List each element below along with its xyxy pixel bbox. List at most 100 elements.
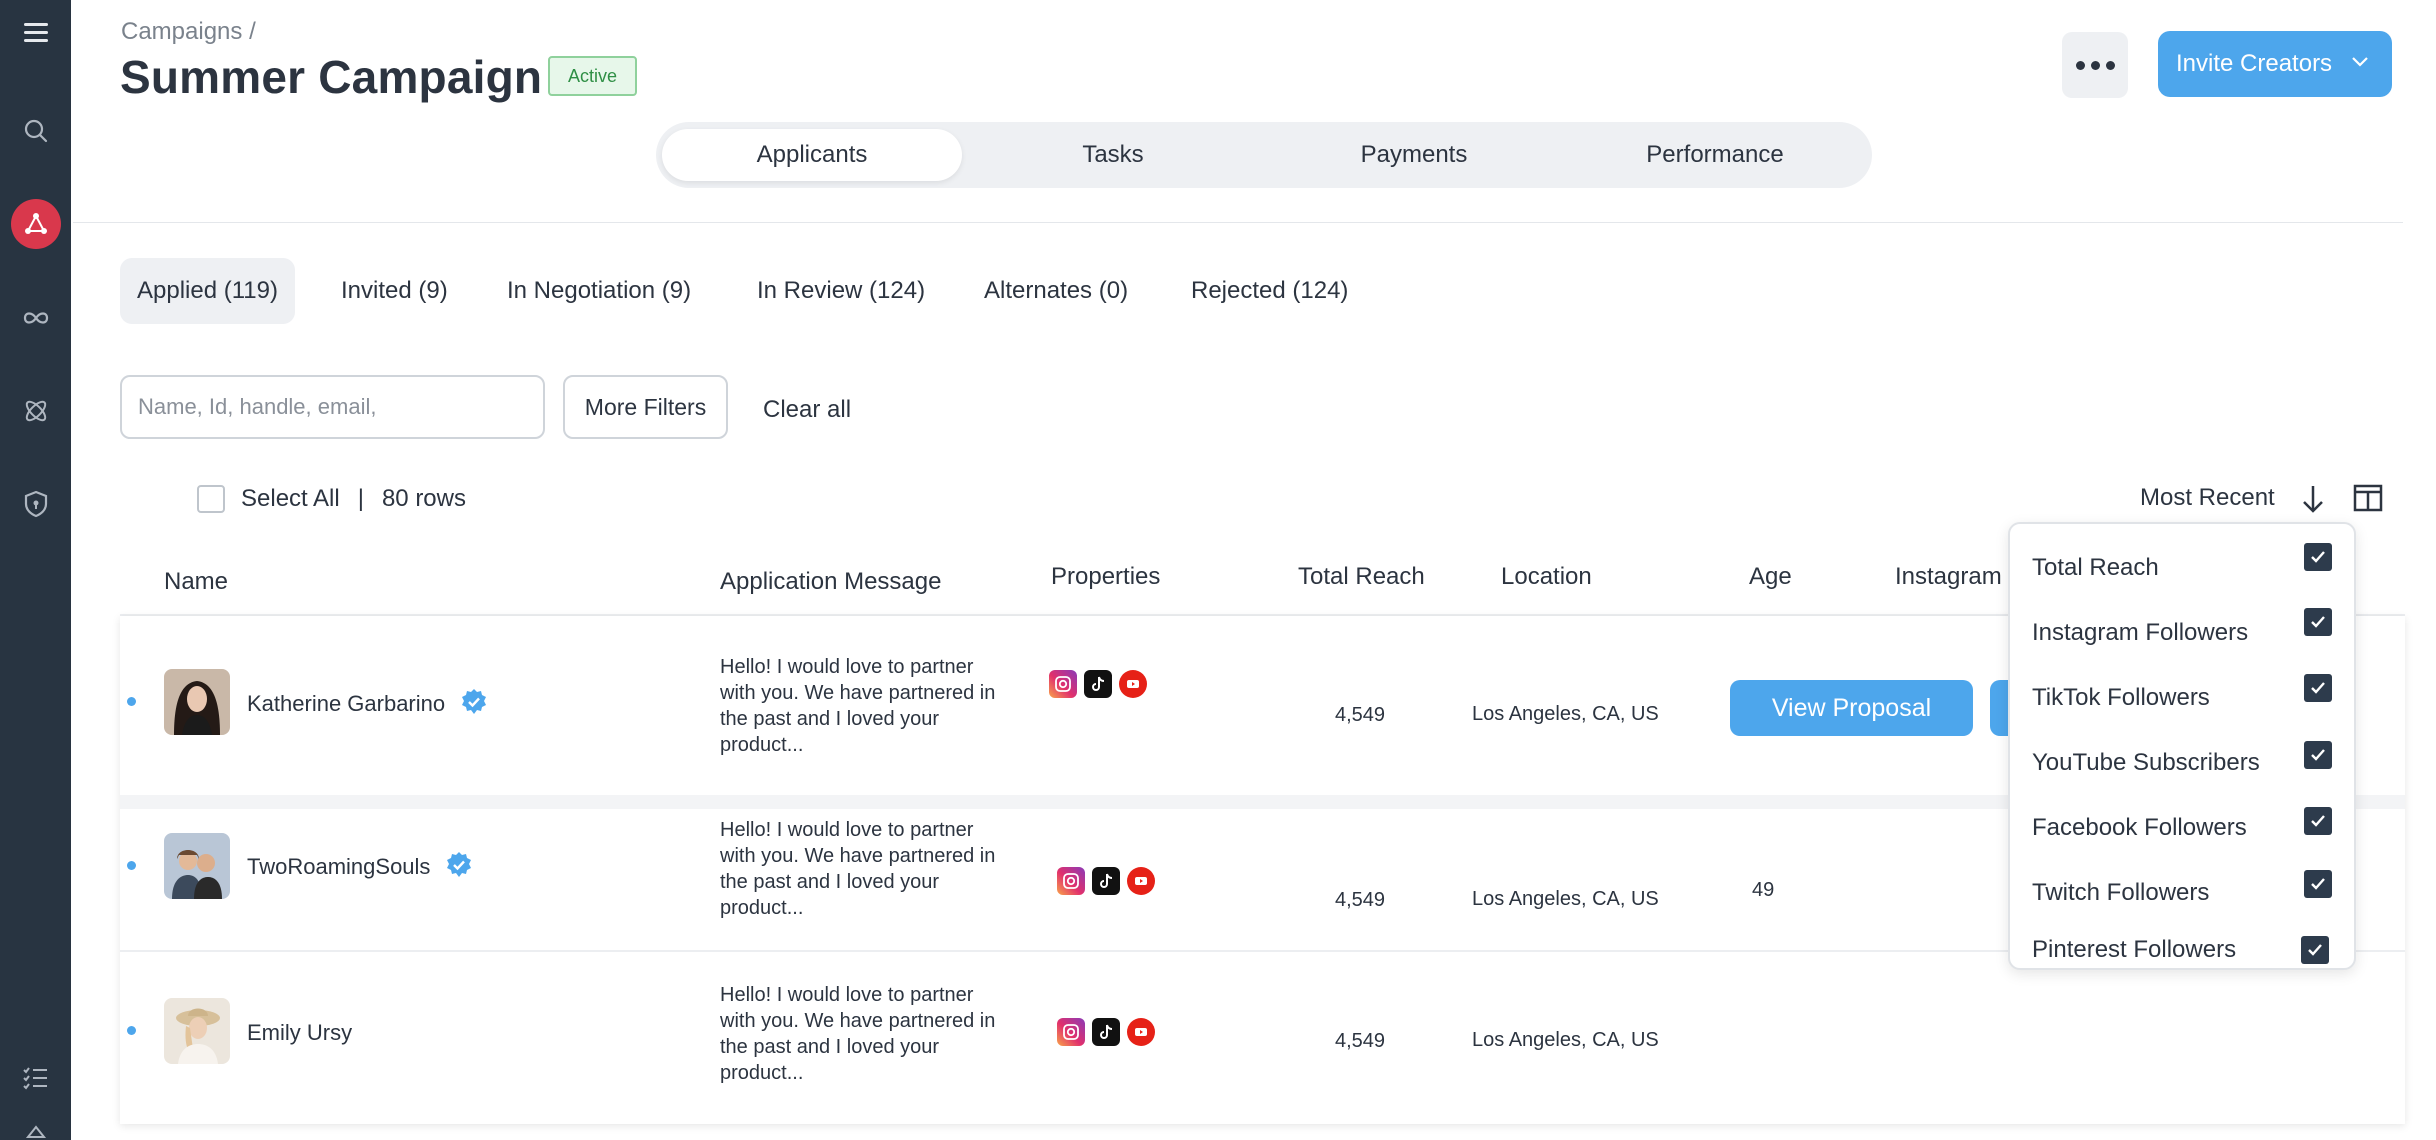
column-option-facebook-followers[interactable]: Facebook Followers: [2032, 814, 2247, 842]
select-all-label: Select All: [241, 485, 340, 512]
creator-name[interactable]: Katherine Garbarino: [247, 691, 445, 717]
invite-creators-button[interactable]: Invite Creators: [2158, 31, 2392, 97]
total-reach: 4,549: [1335, 704, 1386, 726]
column-option-youtube-subscribers[interactable]: YouTube Subscribers: [2032, 749, 2260, 777]
checkbox-checked-icon[interactable]: [2304, 674, 2332, 702]
nav-search-icon[interactable]: [0, 103, 71, 159]
unread-dot: [127, 1026, 136, 1035]
column-option-pinterest-followers[interactable]: Pinterest Followers: [2032, 936, 2236, 964]
column-header-properties[interactable]: Properties: [1051, 563, 1160, 591]
tiktok-icon[interactable]: [1092, 867, 1120, 895]
creator-name[interactable]: Emily Ursy: [247, 1020, 352, 1046]
more-options-button[interactable]: [2062, 32, 2128, 98]
application-message: Hello! I would love to partner with you.…: [720, 819, 996, 919]
page-title: Summer Campaign: [120, 51, 543, 103]
shield-icon: [24, 490, 47, 518]
checkbox-checked-icon[interactable]: [2304, 608, 2332, 636]
view-proposal-button[interactable]: View Proposal: [1730, 680, 1973, 736]
total-reach: 4,549: [1335, 1030, 1386, 1052]
location: Los Angeles, CA, US: [1472, 1029, 1659, 1051]
column-header-reach[interactable]: Total Reach: [1298, 563, 1425, 591]
select-all-row: Select All | 80 rows: [197, 484, 466, 514]
column-header-message[interactable]: Application Message: [720, 568, 941, 596]
application-message: Hello! I would love to partner with you.…: [720, 984, 996, 1084]
checkbox-checked-icon[interactable]: [2301, 936, 2329, 964]
subtab-alternates[interactable]: Alternates (0): [984, 258, 1128, 324]
column-header-age[interactable]: Age: [1749, 563, 1792, 591]
status-badge: Active: [548, 56, 638, 96]
campaigns-active-icon: [10, 199, 61, 249]
column-header-location[interactable]: Location: [1501, 563, 1592, 591]
instagram-icon[interactable]: [1057, 1018, 1085, 1046]
avatar[interactable]: [164, 998, 230, 1064]
social-icons: [1049, 670, 1147, 698]
sort-select[interactable]: Most Recent: [2140, 484, 2275, 512]
dot-icon: [2090, 60, 2100, 70]
column-option-instagram-followers[interactable]: Instagram Followers: [2032, 619, 2248, 647]
chevron-down-icon: [2352, 57, 2368, 67]
checkbox-checked-icon[interactable]: [2304, 543, 2332, 571]
creator-name[interactable]: TwoRoamingSouls: [247, 854, 430, 880]
menu-icon[interactable]: [0, 4, 71, 60]
application-message: Hello! I would love to partner with you.…: [720, 656, 996, 756]
search-icon: [24, 119, 47, 143]
subtab-in-negotiation[interactable]: In Negotiation (9): [507, 258, 691, 324]
nav-tasks-icon[interactable]: [0, 1050, 71, 1106]
instagram-icon[interactable]: [1057, 867, 1085, 895]
column-option-total-reach[interactable]: Total Reach: [2032, 554, 2159, 582]
tab-payments[interactable]: Payments: [1264, 129, 1564, 181]
nav-shield-icon[interactable]: [0, 476, 71, 532]
instagram-icon[interactable]: [1049, 670, 1077, 698]
column-option-tiktok-followers[interactable]: TikTok Followers: [2032, 684, 2210, 712]
separator: |: [357, 485, 364, 512]
unread-dot: [127, 697, 136, 706]
verified-badge-icon: [462, 689, 486, 714]
avatar-image: [164, 669, 230, 735]
search-input[interactable]: [120, 375, 545, 439]
bell-icon: [25, 1125, 46, 1138]
tab-tasks[interactable]: Tasks: [963, 129, 1263, 181]
select-all-checkbox[interactable]: [197, 485, 225, 513]
checkbox-checked-icon[interactable]: [2304, 870, 2332, 898]
subtab-rejected[interactable]: Rejected (124): [1191, 258, 1348, 324]
subtab-in-review[interactable]: In Review (124): [757, 258, 925, 324]
tab-applicants[interactable]: Applicants: [662, 129, 962, 181]
nav-bottom-icon[interactable]: [0, 1110, 71, 1140]
checkbox-checked-icon[interactable]: [2304, 807, 2332, 835]
youtube-icon[interactable]: [1127, 867, 1155, 895]
age: 49: [1752, 879, 1775, 901]
more-filters-button[interactable]: More Filters: [563, 375, 728, 439]
avatar[interactable]: [164, 669, 230, 735]
total-reach: 4,549: [1335, 889, 1386, 911]
social-icons: [1057, 1018, 1155, 1046]
arrow-down-icon[interactable]: [2298, 482, 2328, 516]
checkbox-checked-icon[interactable]: [2304, 741, 2332, 769]
checklist-icon: [22, 1067, 47, 1090]
columns-icon[interactable]: [2352, 482, 2384, 514]
invite-creators-label: Invite Creators: [2176, 50, 2333, 77]
clear-all-link[interactable]: Clear all: [763, 396, 851, 424]
column-visibility-menu: Total Reach Instagram Followers TikTok F…: [2008, 522, 2356, 970]
location: Los Angeles, CA, US: [1472, 888, 1659, 910]
youtube-icon[interactable]: [1119, 670, 1147, 698]
subtab-applied[interactable]: Applied (119): [120, 258, 295, 324]
sidebar: [0, 0, 71, 1140]
column-option-twitch-followers[interactable]: Twitch Followers: [2032, 879, 2209, 907]
main-tabs: Applicants Tasks Payments Performance: [656, 122, 1872, 188]
nav-campaigns[interactable]: [0, 196, 71, 252]
unread-dot: [127, 861, 136, 870]
avatar-image: [164, 998, 230, 1064]
nav-atom-icon[interactable]: [0, 383, 71, 439]
tiktok-icon[interactable]: [1092, 1018, 1120, 1046]
column-header-name[interactable]: Name: [164, 568, 228, 596]
tab-performance[interactable]: Performance: [1565, 129, 1865, 181]
hamburger-icon: [23, 23, 48, 42]
nav-infinity-icon[interactable]: [0, 290, 71, 346]
subtab-invited[interactable]: Invited (9): [341, 258, 448, 324]
youtube-icon[interactable]: [1127, 1018, 1155, 1046]
tiktok-icon[interactable]: [1084, 670, 1112, 698]
avatar[interactable]: [164, 833, 230, 899]
verified-badge-icon: [447, 852, 471, 877]
atom-icon: [25, 400, 46, 422]
breadcrumb[interactable]: Campaigns /: [121, 18, 256, 46]
